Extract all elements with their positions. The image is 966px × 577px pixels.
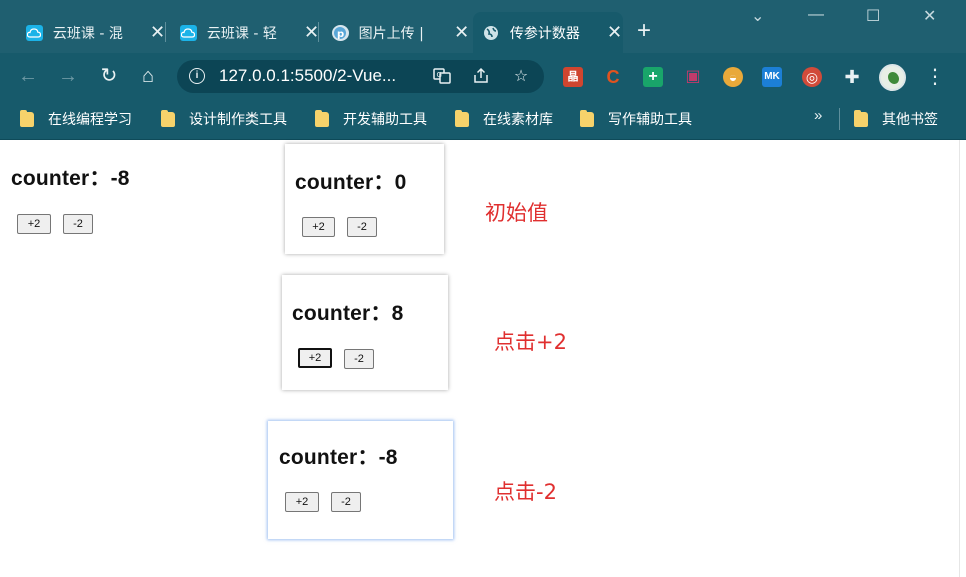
counter-label: counter： [292, 302, 392, 325]
svg-text:p: p [337, 29, 344, 40]
counter-heading: counter：-8 [11, 162, 130, 192]
bookmark-label: 写作辅助工具 [608, 112, 692, 128]
annotation-plus-two: 点击+2 [494, 330, 567, 354]
maximize-icon[interactable]: ☐ [866, 6, 880, 26]
folder-icon [20, 109, 34, 127]
more-menu-icon[interactable]: ⋮ [925, 64, 945, 89]
home-icon[interactable]: ⌂ [136, 64, 160, 88]
back-arrow-icon[interactable]: ← [16, 64, 40, 88]
tab-yunbanke-2[interactable]: 云班课 - 轻 ✕ [170, 12, 320, 53]
counter-label: counter： [295, 171, 395, 194]
globe-icon [483, 25, 500, 41]
p-logo-icon: p [332, 24, 349, 41]
forward-arrow-icon[interactable]: → [56, 64, 80, 88]
snapshot-minus-two: counter：-8 +2 -2 [268, 421, 453, 539]
snapshot-counter-heading: counter：-8 [279, 441, 398, 471]
snapshot-decrement-button: -2 [331, 492, 361, 512]
bookmark-label: 设计制作类工具 [189, 112, 287, 128]
decrement-button[interactable]: -2 [63, 214, 93, 234]
new-tab-button[interactable]: + [637, 17, 651, 45]
ext-tv-icon[interactable]: ▣ [683, 67, 703, 87]
bookmark-folder[interactable]: 开发辅助工具 [315, 109, 427, 129]
bookmark-folder[interactable]: 设计制作类工具 [161, 109, 287, 129]
tab-search-dropdown-icon[interactable]: ⌄ [751, 6, 764, 26]
tab-strip: 云班课 - 混 ✕ 云班课 - 轻 ✕ p 图片上传 | ✕ 传参计数器 ✕ +… [0, 0, 966, 53]
browser-toolbar: ← → ↻ ⌂ i 127.0.0.1:5500/2-Vue... G ☆ 晶 … [0, 53, 966, 100]
bookmarks-overflow-icon[interactable]: » [814, 107, 822, 124]
close-tab-icon[interactable]: ✕ [453, 22, 470, 43]
bookmark-label: 在线素材库 [483, 112, 553, 128]
snapshot-decrement-button: -2 [347, 217, 377, 237]
snapshot-counter-heading: counter：8 [292, 297, 404, 327]
window-close-icon[interactable]: ✕ [923, 6, 936, 26]
bookmark-folder[interactable]: 在线素材库 [455, 109, 553, 129]
counter-label: counter： [279, 446, 379, 469]
close-tab-icon[interactable]: ✕ [149, 22, 166, 43]
cloud-icon [180, 24, 197, 41]
snapshot-increment-button: +2 [298, 348, 332, 368]
bookmark-label: 在线编程学习 [48, 112, 132, 128]
tab-title: 云班课 - 混 [52, 25, 123, 42]
tab-yunbanke-1[interactable]: 云班课 - 混 ✕ [16, 12, 166, 53]
page-right-edge [959, 140, 966, 577]
bookmark-label: 开发辅助工具 [343, 112, 427, 128]
bookmark-star-icon[interactable]: ☆ [511, 67, 531, 87]
ext-plus-icon[interactable]: + [643, 67, 663, 87]
tab-title: 传参计数器 [509, 25, 580, 42]
folder-icon [580, 109, 594, 127]
ext-mk-icon[interactable]: MK [762, 67, 782, 87]
svg-text:G: G [437, 71, 442, 79]
bookmark-folder[interactable]: 在线编程学习 [20, 109, 132, 129]
folder-icon [161, 109, 175, 127]
cloud-icon [26, 24, 43, 41]
tab-separator [318, 22, 319, 42]
ext-red-icon[interactable]: 晶 [563, 67, 583, 87]
share-icon[interactable] [471, 67, 491, 87]
increment-button[interactable]: +2 [17, 214, 51, 234]
url-text[interactable]: 127.0.0.1:5500/2-Vue... [219, 66, 419, 86]
other-bookmarks-folder[interactable]: 其他书签 [854, 109, 938, 129]
folder-icon [455, 109, 469, 127]
bookmark-folder[interactable]: 写作辅助工具 [580, 109, 692, 129]
reload-icon[interactable]: ↻ [97, 64, 121, 88]
tab-counter-active[interactable]: 传参计数器 ✕ [473, 12, 623, 53]
ext-c-icon[interactable]: C [603, 67, 623, 87]
annotation-minus-two: 点击-2 [494, 480, 557, 504]
counter-value: 8 [391, 302, 404, 325]
tab-image-upload[interactable]: p 图片上传 | ✕ [322, 12, 470, 53]
address-bar[interactable]: i 127.0.0.1:5500/2-Vue... G ☆ [177, 60, 544, 93]
snapshot-decrement-button: -2 [344, 349, 374, 369]
snapshot-initial: counter：0 +2 -2 [285, 144, 444, 254]
annotation-initial: 初始值 [485, 201, 548, 225]
snapshot-plus-two: counter：8 +2 -2 [282, 275, 448, 390]
translate-icon[interactable]: G [432, 67, 452, 87]
snapshot-increment-button: +2 [285, 492, 319, 512]
tab-separator [165, 22, 166, 42]
folder-icon [315, 109, 329, 127]
counter-value: -8 [110, 167, 130, 190]
snapshot-counter-heading: counter：0 [295, 166, 407, 196]
counter-value: 0 [394, 171, 407, 194]
counter-value: -8 [378, 446, 398, 469]
counter-label: counter： [11, 167, 111, 190]
extensions-icon[interactable]: ✚ [842, 67, 862, 87]
bookmark-label: 其他书签 [882, 112, 938, 128]
ext-chrome-icon[interactable]: ◎ [802, 67, 822, 87]
minimize-icon[interactable]: — [808, 6, 824, 24]
tab-title: 云班课 - 轻 [206, 25, 277, 42]
tab-title: 图片上传 | [358, 25, 424, 42]
bookmark-separator [839, 108, 840, 130]
profile-avatar[interactable] [879, 64, 906, 91]
ext-globe-icon[interactable]: ◒ [723, 67, 743, 87]
close-tab-icon[interactable]: ✕ [606, 22, 623, 43]
site-info-icon[interactable]: i [189, 68, 205, 84]
snapshot-increment-button: +2 [302, 217, 335, 237]
folder-icon [854, 109, 868, 127]
